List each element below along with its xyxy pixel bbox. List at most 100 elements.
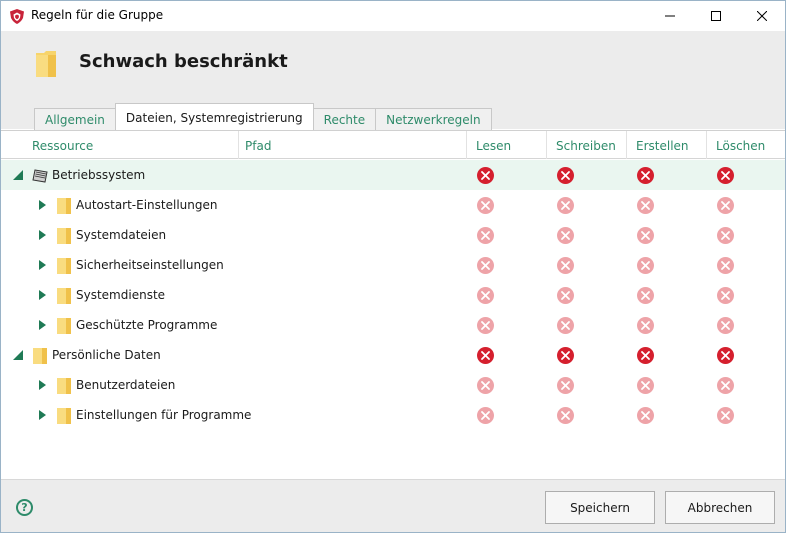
permission-create-deny-icon[interactable] xyxy=(637,377,654,394)
collapsed-triangle-icon[interactable] xyxy=(37,260,47,270)
table-row[interactable]: Einstellungen für Programme xyxy=(1,400,785,430)
table-row[interactable]: Sicherheitseinstellungen xyxy=(1,250,785,280)
close-button[interactable] xyxy=(739,1,785,31)
permission-read-deny-icon[interactable] xyxy=(477,197,494,214)
table-row[interactable]: Geschützte Programme xyxy=(1,310,785,340)
save-button[interactable]: Speichern xyxy=(545,491,655,524)
tab-rechte[interactable]: Rechte xyxy=(312,108,377,130)
maximize-button[interactable] xyxy=(693,1,739,31)
x-mark-icon xyxy=(481,231,490,240)
folder-icon xyxy=(57,318,71,334)
permission-delete-deny-icon[interactable] xyxy=(717,317,734,334)
x-mark-icon xyxy=(641,321,650,330)
resource-label: Systemdienste xyxy=(76,288,166,302)
collapsed-triangle-icon[interactable] xyxy=(37,380,47,390)
permission-write-deny-icon[interactable] xyxy=(557,227,574,244)
x-mark-icon xyxy=(721,411,730,420)
permission-read-deny-icon[interactable] xyxy=(477,407,494,424)
expanded-triangle-icon[interactable] xyxy=(13,350,23,360)
permission-create-deny-icon[interactable] xyxy=(637,227,654,244)
column-header-path[interactable]: Pfad xyxy=(245,139,271,153)
permission-read-deny-icon[interactable] xyxy=(477,347,494,364)
permission-read-deny-icon[interactable] xyxy=(477,377,494,394)
table-row[interactable]: Systemdateien xyxy=(1,220,785,250)
permission-write-deny-icon[interactable] xyxy=(557,197,574,214)
minimize-button[interactable] xyxy=(647,1,693,31)
permission-delete-deny-icon[interactable] xyxy=(717,407,734,424)
table-row[interactable]: Autostart-Einstellungen xyxy=(1,190,785,220)
permission-write-deny-icon[interactable] xyxy=(557,407,574,424)
permission-write-deny-icon[interactable] xyxy=(557,257,574,274)
shield-icon xyxy=(10,9,24,24)
table-row[interactable]: Systemdienste xyxy=(1,280,785,310)
maximize-icon xyxy=(711,11,721,21)
permission-write-deny-icon[interactable] xyxy=(557,167,574,184)
collapsed-triangle-icon[interactable] xyxy=(37,230,47,240)
permission-write-deny-icon[interactable] xyxy=(557,347,574,364)
permission-read-deny-icon[interactable] xyxy=(477,227,494,244)
folder-icon xyxy=(57,228,71,244)
permission-write-deny-icon[interactable] xyxy=(557,317,574,334)
permission-create-deny-icon[interactable] xyxy=(637,167,654,184)
x-mark-icon xyxy=(721,201,730,210)
resource-table: Ressource Pfad Lesen Schreiben Erstellen… xyxy=(1,130,785,479)
x-mark-icon xyxy=(481,351,490,360)
table-row[interactable]: Persönliche Daten xyxy=(1,340,785,370)
permission-create-deny-icon[interactable] xyxy=(637,407,654,424)
column-header-create[interactable]: Erstellen xyxy=(636,139,689,153)
table-row[interactable]: Benutzerdateien xyxy=(1,370,785,400)
cancel-button[interactable]: Abbrechen xyxy=(665,491,775,524)
permission-read-deny-icon[interactable] xyxy=(477,287,494,304)
permission-write-deny-icon[interactable] xyxy=(557,377,574,394)
table-row[interactable]: Betriebssystem xyxy=(1,160,785,190)
collapsed-triangle-icon[interactable] xyxy=(37,320,47,330)
window-title: Regeln für die Gruppe xyxy=(31,8,164,22)
x-mark-icon xyxy=(721,321,730,330)
tab-dateien-systemregistrierung[interactable]: Dateien, Systemregistrierung xyxy=(114,103,314,131)
collapsed-triangle-icon[interactable] xyxy=(37,290,47,300)
permission-read-deny-icon[interactable] xyxy=(477,257,494,274)
permission-create-deny-icon[interactable] xyxy=(637,197,654,214)
column-divider[interactable] xyxy=(238,131,239,159)
resource-label: Betriebssystem xyxy=(52,168,146,182)
title-bar[interactable]: Regeln für die Gruppe xyxy=(1,1,785,31)
column-divider[interactable] xyxy=(466,131,467,159)
collapsed-triangle-icon[interactable] xyxy=(37,200,47,210)
permission-write-deny-icon[interactable] xyxy=(557,287,574,304)
resource-label: Sicherheitseinstellungen xyxy=(76,258,224,272)
tab-allgemein[interactable]: Allgemein xyxy=(34,108,116,130)
permission-create-deny-icon[interactable] xyxy=(637,257,654,274)
tab-netzwerkregeln[interactable]: Netzwerkregeln xyxy=(375,108,492,130)
collapsed-triangle-icon[interactable] xyxy=(37,410,47,420)
folder-icon xyxy=(57,408,71,424)
permission-delete-deny-icon[interactable] xyxy=(717,167,734,184)
column-divider[interactable] xyxy=(626,131,627,159)
permission-delete-deny-icon[interactable] xyxy=(717,347,734,364)
x-mark-icon xyxy=(561,321,570,330)
column-header-write[interactable]: Schreiben xyxy=(556,139,616,153)
permission-delete-deny-icon[interactable] xyxy=(717,227,734,244)
permission-read-deny-icon[interactable] xyxy=(477,167,494,184)
x-mark-icon xyxy=(641,201,650,210)
x-mark-icon xyxy=(481,411,490,420)
help-icon[interactable]: ? xyxy=(16,499,33,516)
folder-icon xyxy=(36,51,56,77)
permission-create-deny-icon[interactable] xyxy=(637,347,654,364)
permission-delete-deny-icon[interactable] xyxy=(717,197,734,214)
chip-icon xyxy=(32,169,48,183)
column-header-delete[interactable]: Löschen xyxy=(716,139,765,153)
column-header-resource[interactable]: Ressource xyxy=(32,139,93,153)
column-divider[interactable] xyxy=(546,131,547,159)
column-divider[interactable] xyxy=(706,131,707,159)
permission-delete-deny-icon[interactable] xyxy=(717,287,734,304)
x-mark-icon xyxy=(561,261,570,270)
permission-read-deny-icon[interactable] xyxy=(477,317,494,334)
expanded-triangle-icon[interactable] xyxy=(13,170,23,180)
permission-create-deny-icon[interactable] xyxy=(637,317,654,334)
x-mark-icon xyxy=(721,261,730,270)
permission-delete-deny-icon[interactable] xyxy=(717,377,734,394)
permission-delete-deny-icon[interactable] xyxy=(717,257,734,274)
column-header-read[interactable]: Lesen xyxy=(476,139,511,153)
permission-create-deny-icon[interactable] xyxy=(637,287,654,304)
resource-label: Benutzerdateien xyxy=(76,378,176,392)
